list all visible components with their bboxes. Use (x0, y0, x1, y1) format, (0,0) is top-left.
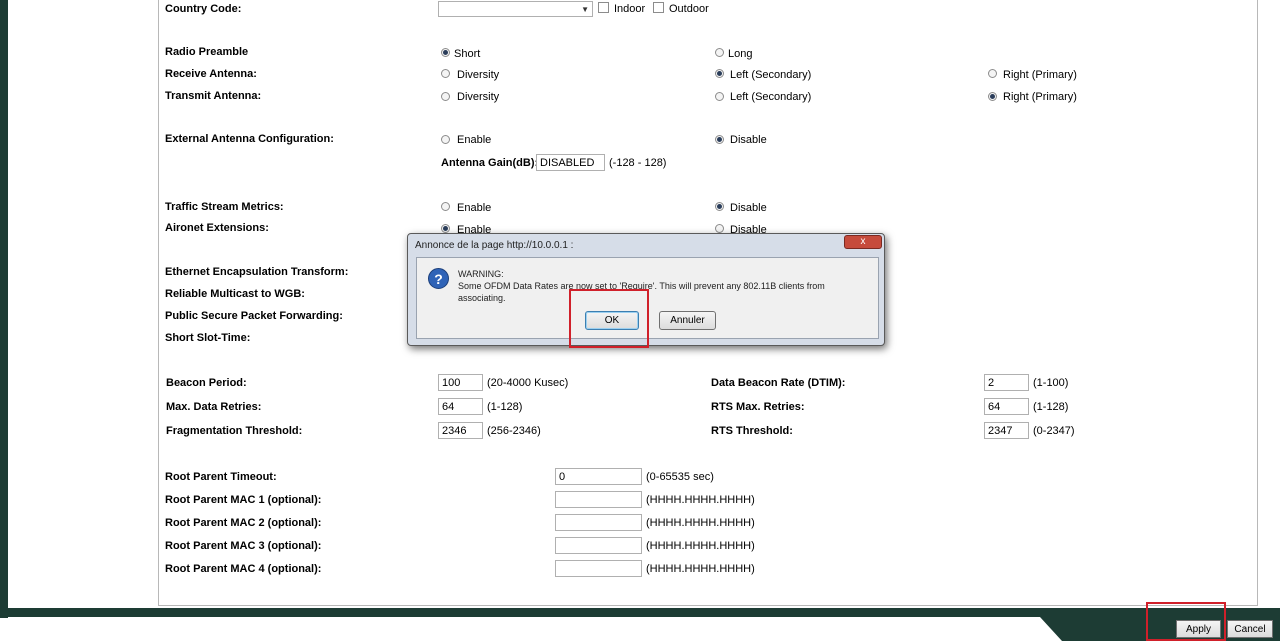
frag-threshold-label: Fragmentation Threshold: (166, 425, 303, 437)
transmit-right-label: Right (Primary) (1003, 91, 1077, 103)
aironet-disable-radio[interactable] (715, 224, 724, 233)
apply-highlight-box (1146, 602, 1226, 641)
radio-preamble-label: Radio Preamble (165, 46, 249, 58)
ethernet-encap-label: Ethernet Encapsulation Transform: (165, 266, 349, 278)
external-antenna-enable-label: Enable (457, 134, 492, 146)
data-beacon-rate-input[interactable]: 2 (984, 374, 1029, 391)
dialog-title: Annonce de la page http://10.0.0.1 : (415, 240, 574, 251)
receive-diversity-radio[interactable] (441, 69, 450, 78)
root-parent-mac-format: (HHHH.HHHH.HHHH) (646, 517, 755, 529)
root-parent-mac-input[interactable] (555, 514, 642, 531)
antenna-gain-label: Antenna Gain(dB): (441, 157, 539, 169)
data-beacon-rate-range: (1-100) (1033, 377, 1069, 389)
antenna-gain-input[interactable]: DISABLED (536, 154, 605, 171)
transmit-right-radio[interactable] (988, 92, 997, 101)
dialog-cancel-button[interactable]: Annuler (659, 311, 716, 330)
preamble-short-label: Short (454, 48, 481, 60)
country-code-label: Country Code: (165, 3, 242, 15)
transmit-left-radio[interactable] (715, 92, 724, 101)
root-parent-mac-label: Root Parent MAC 3 (optional): (165, 540, 322, 552)
max-data-retries-range: (1-128) (487, 401, 523, 413)
max-data-retries-label: Max. Data Retries: (166, 401, 262, 413)
frag-threshold-input[interactable]: 2346 (438, 422, 483, 439)
root-parent-mac-format: (HHHH.HHHH.HHHH) (646, 540, 755, 552)
chevron-down-icon: ▼ (581, 5, 589, 14)
external-antenna-label: External Antenna Configuration: (165, 133, 334, 145)
dialog-message-line-1: WARNING: (458, 269, 504, 279)
root-parent-mac-label: Root Parent MAC 1 (optional): (165, 494, 322, 506)
root-parent-timeout-label: Root Parent Timeout: (165, 471, 277, 483)
frag-threshold-range: (256-2346) (487, 425, 541, 437)
antenna-gain-range: (-128 - 128) (609, 157, 667, 169)
rts-max-retries-input[interactable]: 64 (984, 398, 1029, 415)
root-parent-mac-input[interactable] (555, 560, 642, 577)
aironet-enable-radio[interactable] (441, 224, 450, 233)
receive-left-label: Left (Secondary) (730, 69, 812, 81)
root-parent-mac-label: Root Parent MAC 4 (optional): (165, 563, 322, 575)
dialog-message-line-3: associating. (458, 293, 506, 303)
question-icon: ? (428, 268, 449, 289)
receive-diversity-label: Diversity (457, 69, 500, 81)
traffic-stream-enable-label: Enable (457, 202, 492, 214)
traffic-stream-label: Traffic Stream Metrics: (165, 201, 284, 213)
page-frame-bottom (0, 608, 1280, 617)
indoor-checkbox[interactable] (598, 2, 609, 13)
beacon-period-label: Beacon Period: (166, 377, 247, 389)
transmit-antenna-label: Transmit Antenna: (165, 90, 262, 102)
traffic-stream-enable-radio[interactable] (441, 202, 450, 211)
preamble-short-radio[interactable] (441, 48, 450, 57)
transmit-left-label: Left (Secondary) (730, 91, 812, 103)
cancel-button[interactable]: Cancel (1227, 620, 1273, 638)
short-slot-label: Short Slot-Time: (165, 332, 251, 344)
receive-antenna-label: Receive Antenna: (165, 68, 257, 80)
receive-left-radio[interactable] (715, 69, 724, 78)
root-parent-mac-input[interactable] (555, 537, 642, 554)
ok-highlight-box (569, 289, 649, 348)
rts-threshold-input[interactable]: 2347 (984, 422, 1029, 439)
country-code-select[interactable]: ▼ (438, 1, 593, 17)
root-parent-mac-format: (HHHH.HHHH.HHHH) (646, 563, 755, 575)
rts-threshold-range: (0-2347) (1033, 425, 1075, 437)
receive-right-radio[interactable] (988, 69, 997, 78)
external-antenna-enable-radio[interactable] (441, 135, 450, 144)
traffic-stream-disable-label: Disable (730, 202, 767, 214)
receive-right-label: Right (Primary) (1003, 69, 1077, 81)
traffic-stream-disable-radio[interactable] (715, 202, 724, 211)
root-parent-timeout-input[interactable]: 0 (555, 468, 642, 485)
page-frame-left (0, 0, 8, 618)
root-parent-mac-label: Root Parent MAC 2 (optional): (165, 517, 322, 529)
root-parent-mac-input[interactable] (555, 491, 642, 508)
outdoor-checkbox[interactable] (653, 2, 664, 13)
external-antenna-disable-label: Disable (730, 134, 767, 146)
rts-max-retries-label: RTS Max. Retries: (711, 401, 805, 413)
max-data-retries-input[interactable]: 64 (438, 398, 483, 415)
preamble-long-radio[interactable] (715, 48, 724, 57)
outdoor-label: Outdoor (669, 3, 709, 15)
public-secure-label: Public Secure Packet Forwarding: (165, 310, 343, 322)
beacon-period-input[interactable]: 100 (438, 374, 483, 391)
beacon-period-range: (20-4000 Kusec) (487, 377, 569, 389)
data-beacon-rate-label: Data Beacon Rate (DTIM): (711, 377, 846, 389)
rts-threshold-label: RTS Threshold: (711, 425, 793, 437)
aironet-label: Aironet Extensions: (165, 222, 269, 234)
external-antenna-disable-radio[interactable] (715, 135, 724, 144)
close-icon[interactable]: x (844, 235, 882, 249)
indoor-label: Indoor (614, 3, 646, 15)
reliable-multicast-label: Reliable Multicast to WGB: (165, 288, 305, 300)
preamble-long-label: Long (728, 48, 753, 60)
transmit-diversity-radio[interactable] (441, 92, 450, 101)
transmit-diversity-label: Diversity (457, 91, 500, 103)
root-parent-mac-format: (HHHH.HHHH.HHHH) (646, 494, 755, 506)
root-parent-timeout-range: (0-65535 sec) (646, 471, 714, 483)
rts-max-retries-range: (1-128) (1033, 401, 1069, 413)
